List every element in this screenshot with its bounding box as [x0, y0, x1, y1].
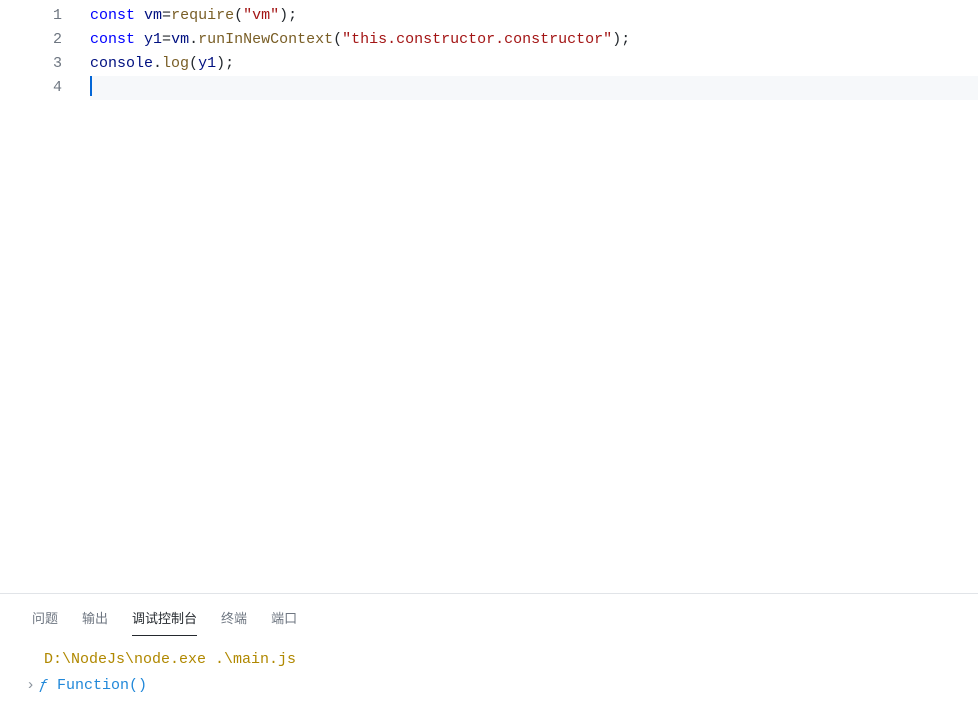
editor-area: 1234 const vm=require("vm");const y1=vm.…	[0, 0, 978, 593]
code-token: .	[189, 31, 198, 48]
code-token: =	[162, 31, 171, 48]
line-number: 1	[0, 4, 62, 28]
console-output-text: Function()	[57, 677, 147, 694]
code-token: "vm"	[243, 7, 279, 24]
line-number-gutter: 1234	[0, 0, 90, 593]
panel-tab-output[interactable]: 输出	[82, 604, 108, 636]
code-token: require	[171, 7, 234, 24]
code-token: y1	[198, 55, 216, 72]
line-number: 2	[0, 28, 62, 52]
code-token: (	[189, 55, 198, 72]
code-token: (	[333, 31, 342, 48]
code-token: runInNewContext	[198, 31, 333, 48]
panel-tab-problems[interactable]: 问题	[32, 604, 58, 636]
code-line[interactable]	[90, 76, 978, 100]
line-number: 4	[0, 76, 62, 100]
code-content[interactable]: const vm=require("vm");const y1=vm.runIn…	[90, 0, 978, 593]
code-token: y1	[144, 31, 162, 48]
panel-tab-ports[interactable]: 端口	[271, 604, 297, 636]
code-line[interactable]: console.log(y1);	[90, 52, 978, 76]
debug-console-body[interactable]: D:\NodeJs\node.exe .\main.js ›ƒ Function…	[0, 637, 978, 699]
code-token: =	[162, 7, 171, 24]
line-number: 3	[0, 52, 62, 76]
code-token: (	[234, 7, 243, 24]
code-token: console	[90, 55, 153, 72]
expand-chevron-icon[interactable]: ›	[26, 677, 39, 694]
code-token: .	[153, 55, 162, 72]
code-token: const	[90, 31, 135, 48]
panel-tab-terminal[interactable]: 终端	[221, 604, 247, 636]
code-token: "this.constructor.constructor"	[342, 31, 612, 48]
code-line[interactable]: const y1=vm.runInNewContext("this.constr…	[90, 28, 978, 52]
function-symbol-icon: ƒ	[39, 677, 48, 694]
text-cursor	[90, 76, 92, 96]
code-token: );	[612, 31, 630, 48]
code-token: log	[162, 55, 189, 72]
code-token: vm	[171, 31, 189, 48]
panel-tab-debug-console[interactable]: 调试控制台	[132, 604, 197, 636]
console-command-line: D:\NodeJs\node.exe .\main.js	[44, 647, 946, 673]
bottom-panel: 问题输出调试控制台终端端口 D:\NodeJs\node.exe .\main.…	[0, 593, 978, 723]
panel-tabbar: 问题输出调试控制台终端端口	[0, 594, 978, 637]
code-token	[135, 31, 144, 48]
code-token: vm	[144, 7, 162, 24]
code-token: );	[216, 55, 234, 72]
code-line[interactable]: const vm=require("vm");	[90, 4, 978, 28]
code-token	[135, 7, 144, 24]
code-token: const	[90, 7, 135, 24]
code-token: );	[279, 7, 297, 24]
console-output-line[interactable]: ›ƒ Function()	[26, 673, 946, 699]
